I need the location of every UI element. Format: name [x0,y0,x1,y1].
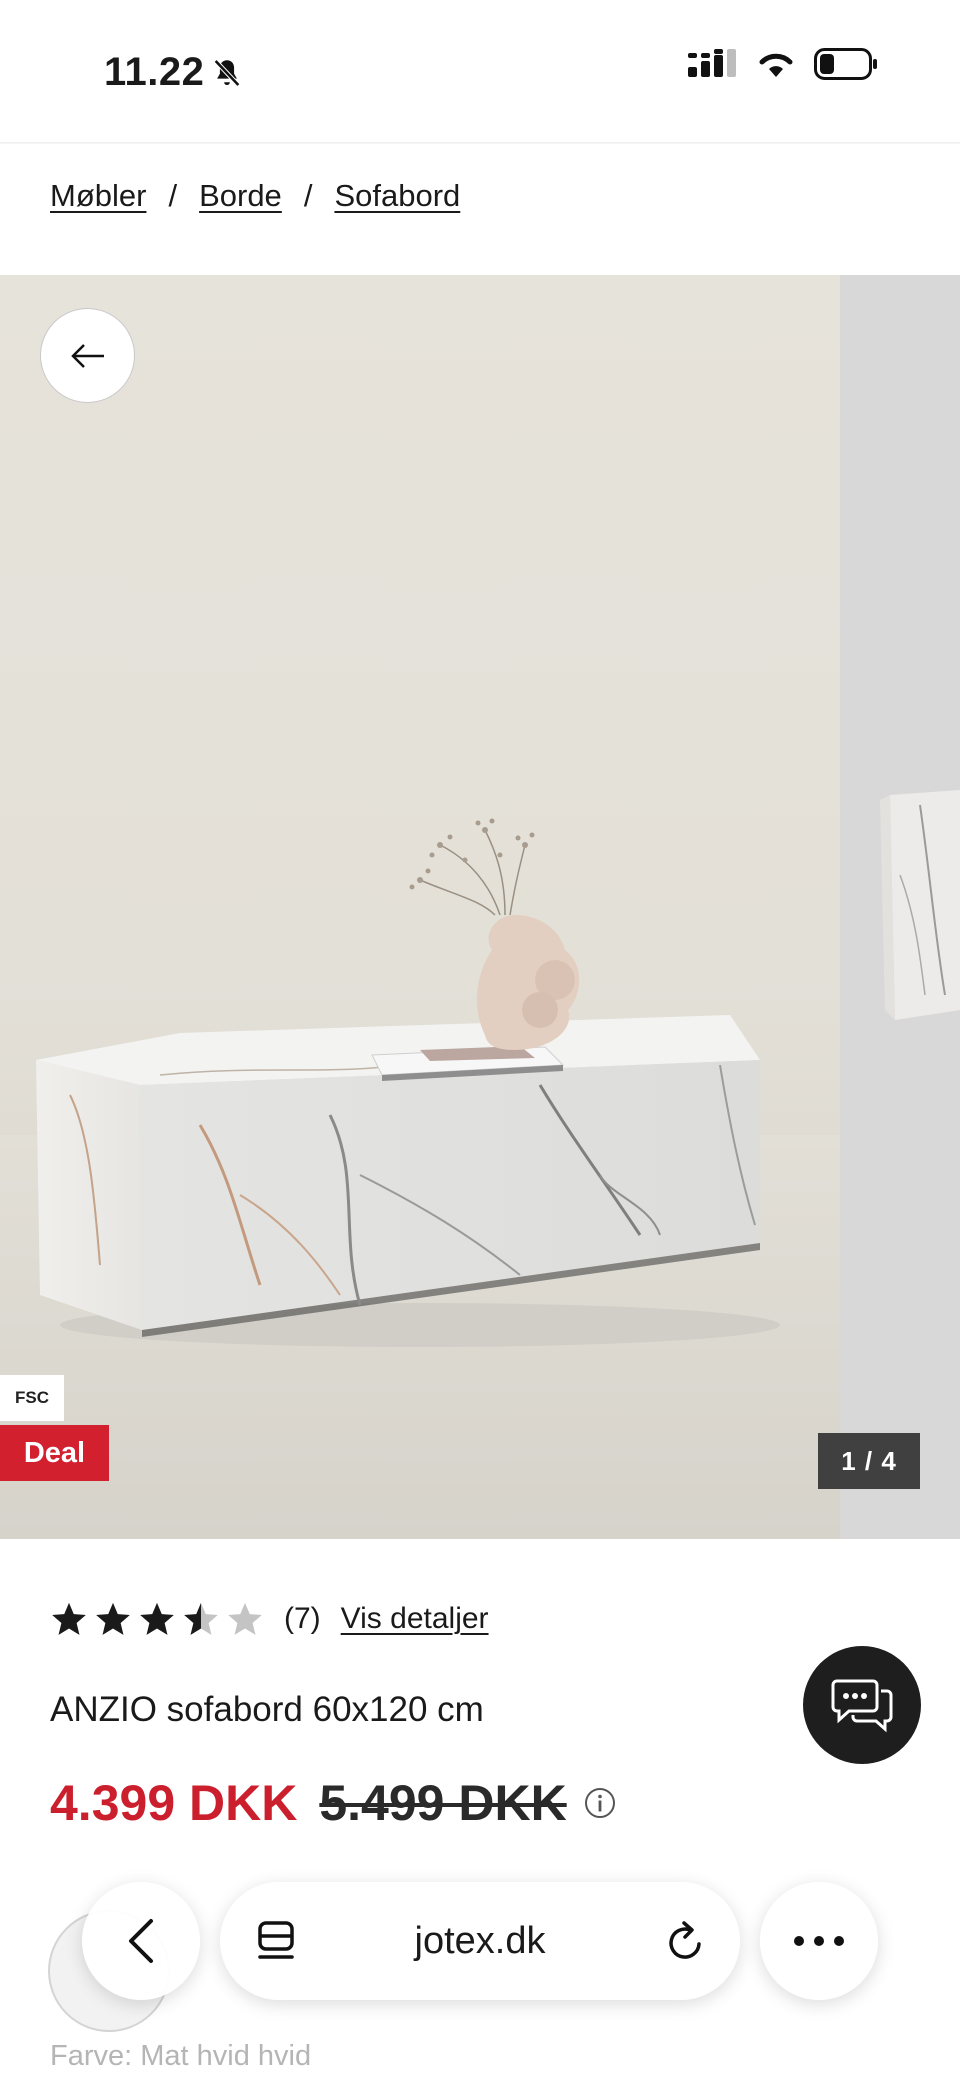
price-row: 4.399 DKK 5.499 DKK [50,1774,617,1832]
clock-text: 11.22 [104,50,205,94]
gallery-back-button[interactable] [40,308,135,403]
browser-address-bar[interactable]: jotex.dk [220,1882,740,2000]
view-details-link[interactable]: Vis detaljer [341,1602,489,1636]
browser-more-button[interactable] [760,1882,878,2000]
star-full-icon [52,1602,86,1635]
chevron-left-icon [129,1919,153,1963]
chat-button[interactable] [803,1646,921,1764]
next-slide-preview[interactable] [840,275,960,1539]
fsc-badge: FSC [0,1375,64,1421]
marble-coffee-table-image [0,818,840,1539]
product-title: ANZIO sofabord 60x120 cm [50,1690,484,1729]
star-half-icon [184,1602,218,1635]
product-image[interactable] [0,275,840,1539]
product-rating: (7) Vis detaljer [50,1600,489,1638]
arrow-left-icon [70,343,104,368]
chat-icon [831,1679,893,1733]
header-divider [0,142,960,144]
status-icons [688,48,878,80]
status-time: 11.22 [104,50,244,95]
breadcrumb-link-borde[interactable]: Borde [199,178,282,214]
info-icon[interactable] [583,1786,617,1820]
more-icon [794,1936,844,1946]
star-full-icon [140,1602,174,1635]
battery-icon [814,48,877,80]
cellular-signal-icon [688,49,736,77]
star-full-icon [96,1602,130,1635]
deal-badge: Deal [0,1425,109,1481]
breadcrumb-separator: / [168,178,178,213]
wifi-icon [759,53,793,77]
breadcrumb: Møbler / Borde / Sofabord [50,178,460,214]
original-price: 5.499 DKK [319,1775,567,1831]
reload-icon[interactable] [664,1920,706,1964]
browser-url: jotex.dk [414,1920,546,1962]
product-gallery[interactable]: FSC Deal 1 / 4 [0,275,960,1539]
next-slide-image [880,790,960,1020]
browser-back-button[interactable] [82,1882,200,2000]
star-rating[interactable] [50,1600,264,1638]
breadcrumb-separator: / [303,178,313,213]
breadcrumb-link-sofabord[interactable]: Sofabord [334,178,460,214]
star-empty-icon [228,1602,262,1635]
current-price: 4.399 DKK [50,1775,298,1831]
breadcrumb-link-mobler[interactable]: Møbler [50,178,146,214]
slide-counter: 1 / 4 [818,1433,920,1489]
bell-slash-icon [214,58,241,87]
color-label: Farve: Mat hvid hvid [50,2040,312,2072]
status-bar: 11.22 [0,0,960,142]
rating-count: (7) [284,1602,321,1635]
